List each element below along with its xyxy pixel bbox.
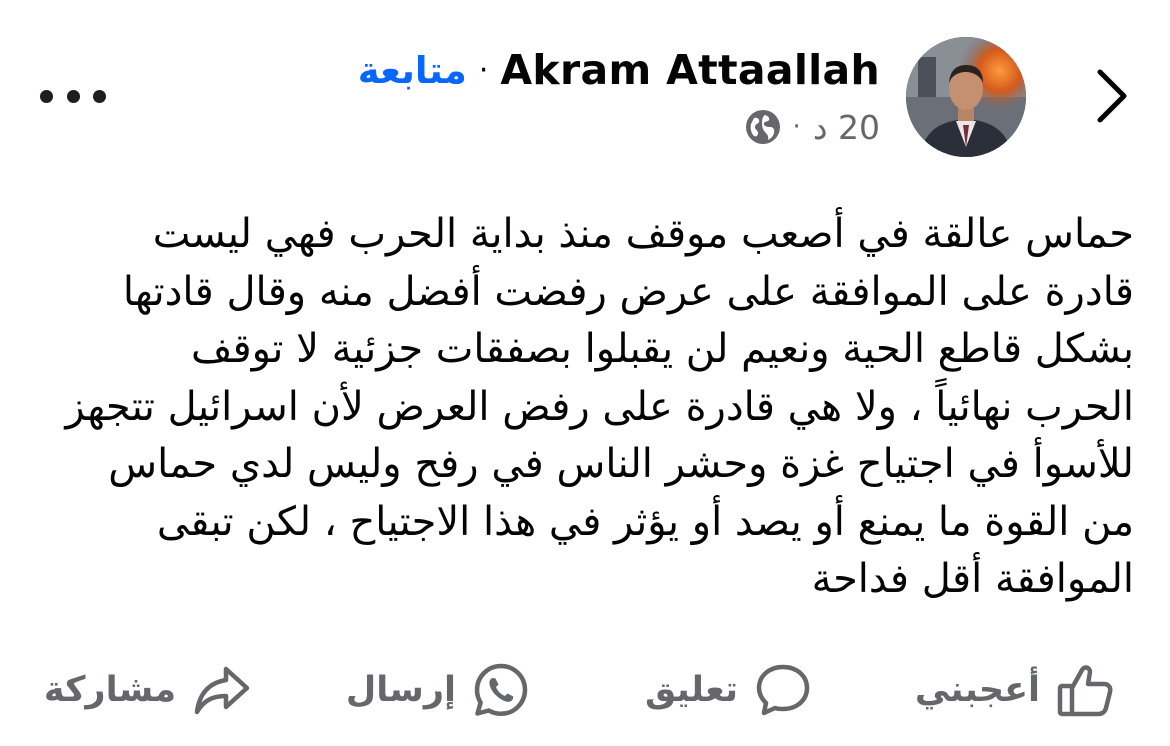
- globe-icon: [745, 109, 781, 145]
- comment-button[interactable]: تعليق: [645, 650, 812, 730]
- post-text-line: الحرب نهائياً ، ولا هي قادرة على رفض الع…: [65, 383, 1134, 430]
- avatar[interactable]: [906, 37, 1026, 157]
- send-whatsapp-button[interactable]: إرسال: [346, 650, 530, 730]
- send-label: إرسال: [345, 670, 456, 710]
- more-options-button[interactable]: [40, 74, 106, 118]
- chevron-right-icon: [1097, 69, 1127, 123]
- meta-separator-dot: ·: [792, 112, 801, 142]
- comment-bubble-icon: [754, 662, 812, 718]
- back-button[interactable]: [1084, 64, 1140, 128]
- post-text-line: بشكل قاطع الحية ونعيم لن يقبلوا بصفقات ج…: [191, 326, 1134, 372]
- post-text-line: قادرة على الموافقة على عرض رفضت أفضل منه…: [122, 268, 1134, 315]
- more-options-dot: [40, 89, 53, 103]
- post-text-line: الموافقة أقل فداحة: [811, 556, 1134, 602]
- share-label: مشاركة: [43, 670, 176, 710]
- share-arrow-icon: [192, 662, 252, 718]
- post-text-line: للأسوأ في اجتياح غزة وحشر الناس في رفح و…: [108, 441, 1134, 487]
- like-button[interactable]: أعجبني: [915, 650, 1114, 730]
- more-options-dot: [93, 89, 106, 103]
- post-actions: أعجبني تعليق إرسال مشاركة: [0, 650, 1170, 730]
- comment-label: تعليق: [644, 670, 738, 710]
- share-button[interactable]: مشاركة: [44, 650, 252, 730]
- follow-button[interactable]: متابعة: [358, 49, 467, 92]
- post-text-line: حماس عالقة في أصعب موقف منذ بداية الحرب …: [152, 211, 1134, 257]
- thumbs-up-icon: [1056, 662, 1114, 718]
- like-label: أعجبني: [914, 670, 1040, 710]
- more-options-dot: [66, 89, 80, 103]
- post-text-line: من القوة ما يمنع أو يصد أو يؤثر في هذا ا…: [156, 498, 1134, 545]
- post-meta: · 20 د: [745, 104, 880, 150]
- separator-dot: ·: [478, 52, 489, 88]
- whatsapp-icon: [472, 661, 530, 719]
- author-name[interactable]: Akram Attaallah: [500, 46, 880, 94]
- author-row: متابعة · Akram Attaallah: [358, 40, 880, 100]
- avatar-image: [906, 37, 1026, 157]
- post-timestamp[interactable]: 20 د: [813, 108, 880, 147]
- post-body: حماس عالقة في أصعب موقف منذ بداية الحرب …: [34, 206, 1134, 609]
